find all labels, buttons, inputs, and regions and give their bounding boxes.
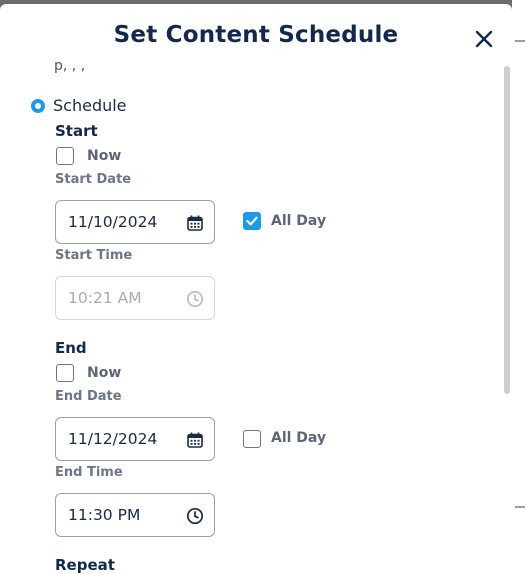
end-all-day-checkbox[interactable] (243, 430, 261, 448)
modal-title: Set Content Schedule (113, 22, 399, 48)
scrollbar-thumb[interactable] (504, 66, 510, 394)
end-time-field[interactable]: 11:30 PM (55, 493, 215, 537)
start-date-label: Start Date (55, 172, 132, 187)
background-dash (515, 40, 525, 42)
end-now-checkbox[interactable] (56, 364, 74, 382)
end-now-label: Now (87, 365, 122, 381)
start-time-field: 10:21 AM (55, 276, 215, 320)
end-heading: End (55, 339, 87, 357)
close-button[interactable] (470, 25, 498, 53)
clock-icon (187, 291, 203, 307)
background-dash (515, 506, 525, 508)
start-date-value: 11/10/2024 (68, 213, 158, 231)
clock-icon[interactable] (186, 507, 204, 525)
calendar-icon[interactable] (186, 431, 204, 449)
end-all-day-label: All Day (271, 430, 327, 446)
end-date-label: End Date (55, 389, 122, 404)
end-time-label: End Time (55, 465, 123, 480)
end-date-field[interactable]: 11/12/2024 (55, 417, 215, 461)
repeat-heading: Repeat (55, 556, 115, 574)
close-icon (475, 30, 493, 48)
scrollbar[interactable] (504, 66, 512, 572)
start-heading: Start (55, 122, 98, 140)
end-time-value: 11:30 PM (68, 506, 141, 524)
start-time-label: Start Time (55, 248, 133, 263)
schedule-radio-label: Schedule (53, 96, 127, 115)
check-icon (246, 216, 258, 226)
end-date-value: 11/12/2024 (68, 430, 158, 448)
calendar-icon[interactable] (186, 214, 204, 232)
schedule-modal: Set Content Schedule p, , , Schedule Sta… (0, 4, 512, 574)
start-all-day-checkbox[interactable] (243, 212, 261, 230)
schedule-radio-option[interactable]: Schedule (31, 96, 127, 115)
start-time-value: 10:21 AM (68, 289, 142, 307)
schedule-radio[interactable] (31, 98, 45, 113)
start-now-checkbox[interactable] (56, 147, 74, 165)
start-date-field[interactable]: 11/10/2024 (55, 200, 215, 244)
cut-off-text: p, , , (54, 62, 86, 73)
start-now-label: Now (87, 148, 122, 164)
background-edge (512, 0, 526, 574)
start-all-day-label: All Day (271, 213, 327, 229)
